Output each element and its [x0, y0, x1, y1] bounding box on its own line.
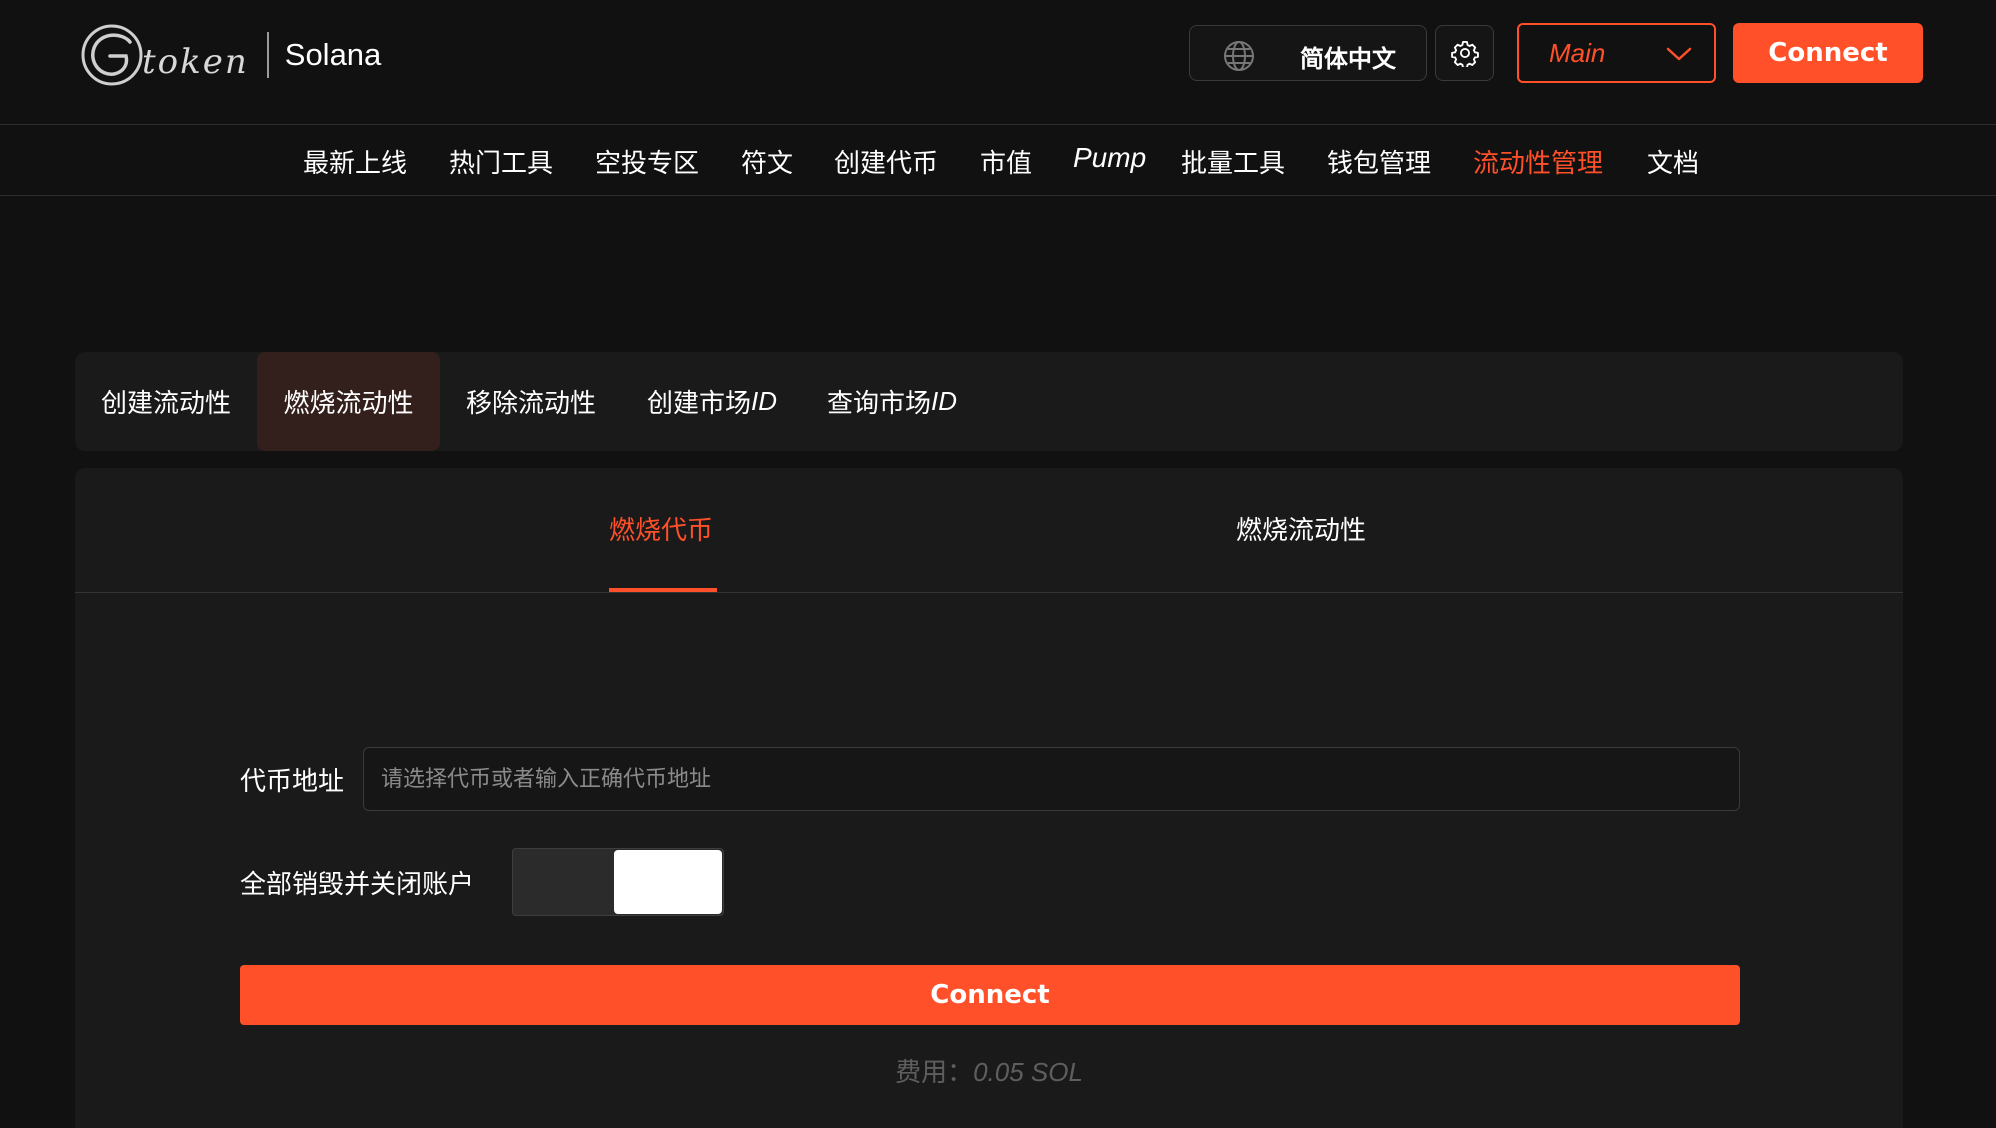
- tab-remove-liquidity[interactable]: 移除流动性: [440, 352, 622, 451]
- nav-item-runes[interactable]: 符文: [741, 143, 793, 180]
- token-address-label: 代币地址: [240, 767, 345, 797]
- tab-label: 创建市场: [646, 389, 751, 419]
- burn-all-label: 全部销毁并关闭账户: [240, 870, 475, 900]
- nav-item-batch-tools[interactable]: 批量工具: [1181, 143, 1285, 180]
- burn-all-toggle[interactable]: [512, 848, 724, 916]
- tab-label: 移除流动性: [465, 389, 596, 419]
- nav-item-create-token[interactable]: 创建代币: [834, 143, 938, 180]
- nav-item-airdrop[interactable]: 空投专区: [595, 143, 699, 180]
- nav-item-hot-tools[interactable]: 热门工具: [449, 143, 553, 180]
- chain-name: Solana: [284, 37, 382, 72]
- top-header: token Solana 简体中文 Main Connect: [0, 0, 1996, 125]
- chevron-down-icon: [1666, 47, 1692, 61]
- language-label: 简体中文: [1300, 45, 1396, 73]
- toggle-knob: [614, 850, 722, 914]
- tab-create-market-id[interactable]: 创建市场 ID: [622, 352, 802, 451]
- burn-subtabs: 燃烧代币 燃烧流动性: [75, 468, 1903, 593]
- main-nav: 最新上线 热门工具 空投专区 符文 创建代币 市值 Pump 批量工具 钱包管理…: [0, 125, 1996, 196]
- connect-button[interactable]: Connect: [240, 965, 1740, 1025]
- gear-icon: [1450, 40, 1479, 67]
- nav-item-pump[interactable]: Pump: [1073, 142, 1146, 174]
- tab-label-suffix: ID: [931, 386, 957, 416]
- fee-value: 0.05 SOL: [973, 1057, 1083, 1087]
- brand-logo[interactable]: token Solana: [78, 22, 381, 88]
- language-selector[interactable]: 简体中文: [1189, 25, 1427, 81]
- connect-wallet-button[interactable]: Connect: [1733, 23, 1923, 83]
- nav-item-liquidity[interactable]: 流动性管理: [1473, 143, 1603, 180]
- tab-label: 创建流动性: [100, 389, 231, 419]
- subtab-burn-liquidity[interactable]: 燃烧流动性: [1236, 510, 1366, 547]
- subtab-burn-token[interactable]: 燃烧代币: [609, 510, 713, 547]
- nav-item-market-cap[interactable]: 市值: [980, 143, 1032, 180]
- tab-label-suffix: ID: [751, 386, 777, 416]
- globe-icon: [1224, 41, 1254, 71]
- settings-button[interactable]: [1435, 25, 1494, 81]
- tab-label: 查询市场: [826, 389, 931, 419]
- token-address-input[interactable]: [363, 747, 1740, 811]
- logo-divider: [266, 32, 269, 78]
- tab-query-market-id[interactable]: 查询市场 ID: [802, 352, 982, 451]
- network-label: Main: [1549, 38, 1606, 68]
- tab-label: 燃烧流动性: [283, 389, 414, 419]
- burn-form-card: 燃烧代币 燃烧流动性 代币地址 全部销毁并关闭账户 Connect 费用：0.0…: [75, 468, 1903, 1128]
- logo-mark-icon: [81, 24, 143, 86]
- nav-item-wallet[interactable]: 钱包管理: [1327, 143, 1431, 180]
- tab-create-liquidity[interactable]: 创建流动性: [75, 352, 257, 451]
- tab-burn-liquidity[interactable]: 燃烧流动性: [257, 352, 440, 451]
- network-select[interactable]: Main: [1517, 23, 1716, 83]
- fee-info: 费用：0.05 SOL: [75, 1052, 1903, 1089]
- active-subtab-indicator: [609, 588, 717, 592]
- liquidity-tabs: 创建流动性 燃烧流动性 移除流动性 创建市场 ID 查询市场 ID: [75, 352, 1903, 451]
- fee-label: 费用：: [895, 1058, 974, 1088]
- nav-item-latest[interactable]: 最新上线: [303, 143, 407, 180]
- logo-wordmark: token: [142, 42, 249, 82]
- nav-item-docs[interactable]: 文档: [1647, 143, 1699, 180]
